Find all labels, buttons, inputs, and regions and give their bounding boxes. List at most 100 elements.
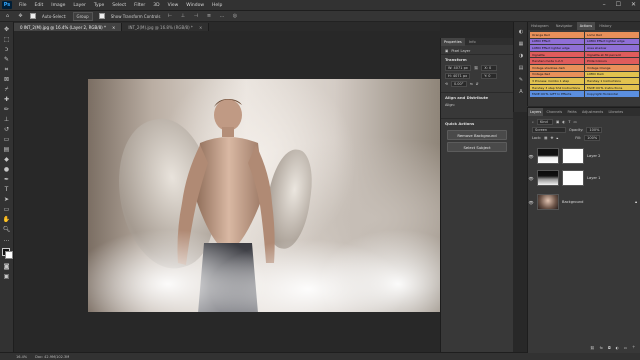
menu-file[interactable]: File: [15, 3, 31, 8]
history-brush-tool-icon[interactable]: ↺: [2, 125, 11, 134]
tab-navigator[interactable]: Navigator: [553, 22, 576, 30]
color-panel-icon[interactable]: ◐: [517, 28, 525, 36]
action-button[interactable]: LOMO Dark: [585, 71, 639, 78]
action-button[interactable]: LOMO Effect lighter edge: [585, 38, 639, 45]
action-button[interactable]: Vignette at 30 percent: [585, 51, 639, 58]
crop-tool-icon[interactable]: ⌗: [2, 65, 11, 74]
background-color-swatch[interactable]: [5, 251, 13, 259]
tab-channels[interactable]: Channels: [545, 108, 565, 116]
action-button[interactable]: FADE OUTL GIFT In Effects: [530, 91, 584, 97]
libraries-panel-icon[interactable]: ▤: [517, 64, 525, 72]
3d-mode-icon[interactable]: ◎: [231, 13, 238, 20]
rectangle-tool-icon[interactable]: ▭: [2, 205, 11, 214]
action-button[interactable]: FADE OUTL Instructions: [585, 84, 639, 91]
select-subject-button[interactable]: Select Subject: [447, 142, 507, 152]
eraser-tool-icon[interactable]: ▭: [2, 135, 11, 144]
fx-icon[interactable]: fx: [600, 346, 603, 350]
link-icon[interactable]: ⛓: [474, 66, 478, 70]
close-icon[interactable]: ✕: [631, 1, 636, 8]
align-center-icon[interactable]: ⊥: [179, 13, 186, 20]
lock-all-icon[interactable]: 🔒︎: [556, 136, 558, 140]
opacity-field[interactable]: 100%: [586, 127, 603, 133]
layer-row-layer-1[interactable]: 👁︎ Layer 1: [528, 170, 640, 186]
layer-name[interactable]: Layer 2: [587, 154, 600, 158]
menu-image[interactable]: Image: [47, 3, 69, 8]
action-button[interactable]: Area shadow: [585, 45, 639, 51]
menu-type[interactable]: Type: [90, 3, 108, 8]
link-layers-icon[interactable]: ⛓: [590, 346, 594, 350]
action-button[interactable]: 3 Process: Combo 1 step: [530, 78, 584, 84]
swatches-panel-icon[interactable]: ▦: [517, 40, 525, 48]
x-field[interactable]: X: 0: [481, 65, 498, 71]
layer-name[interactable]: Layer 1: [587, 176, 600, 180]
tab-history[interactable]: History: [596, 22, 614, 30]
action-button[interactable]: Vignette: [530, 51, 584, 58]
move-tool-icon[interactable]: ✥: [17, 13, 24, 20]
action-button[interactable]: Copyright Horizontal: [585, 91, 639, 97]
filter-type-icon[interactable]: T: [568, 120, 570, 124]
menu-help[interactable]: Help: [208, 3, 226, 8]
y-field[interactable]: Y: 0: [481, 73, 498, 79]
maximize-icon[interactable]: ☐: [616, 1, 621, 8]
angle-field[interactable]: 0.00°: [450, 81, 467, 87]
blur-tool-icon[interactable]: ◆: [2, 155, 11, 164]
transform-header[interactable]: Transform: [441, 54, 513, 64]
tab-info[interactable]: Info: [466, 38, 479, 46]
menu-filter[interactable]: Filter: [130, 3, 149, 8]
layer-mask-thumbnail[interactable]: [562, 148, 584, 164]
lasso-tool-icon[interactable]: ↄ: [2, 45, 11, 54]
document-canvas-image[interactable]: [88, 79, 440, 312]
menu-layer[interactable]: Layer: [69, 3, 90, 8]
eyedropper-tool-icon[interactable]: ⌿: [2, 85, 11, 94]
distribute-icon[interactable]: ≡: [205, 13, 212, 20]
zoom-level[interactable]: 16.4%: [16, 355, 27, 359]
action-button[interactable]: Pride Colours: [585, 58, 639, 64]
align-left-icon[interactable]: ⊢: [166, 13, 173, 20]
tab-adjustments[interactable]: Adjustments: [580, 108, 605, 116]
add-mask-icon[interactable]: ◘: [608, 346, 611, 350]
action-button[interactable]: Vintage shadows dark: [530, 64, 584, 71]
action-button[interactable]: LOMO Effect lighter edge: [530, 45, 584, 51]
tab-paths[interactable]: Paths: [565, 108, 578, 116]
layer-row-layer-2[interactable]: 👁︎ Layer 2: [528, 148, 640, 164]
menu-3d[interactable]: 3D: [149, 3, 163, 8]
gradient-tool-icon[interactable]: ▤: [2, 145, 11, 154]
layer-mask-thumbnail[interactable]: [562, 170, 584, 186]
visibility-eye-icon[interactable]: 👁︎: [528, 200, 534, 205]
frame-tool-icon[interactable]: ⊠: [2, 75, 11, 84]
action-button[interactable]: Orange Red: [530, 32, 584, 38]
filter-adjust-icon[interactable]: ◐: [562, 120, 565, 124]
tab-libraries[interactable]: Libraries: [607, 108, 626, 116]
type-tool-icon[interactable]: T: [2, 185, 11, 194]
screen-mode-icon[interactable]: ▣: [2, 272, 11, 281]
pen-tool-icon[interactable]: ✒: [2, 175, 11, 184]
quick-mask-icon[interactable]: ◙: [2, 262, 11, 271]
filter-pixel-icon[interactable]: ▣: [556, 120, 559, 124]
menu-window[interactable]: Window: [182, 3, 208, 8]
adjustment-layer-icon[interactable]: ◐: [616, 346, 619, 350]
kind-filter-dropdown[interactable]: Kind: [536, 119, 553, 125]
tab-properties[interactable]: Properties: [441, 38, 465, 46]
home-icon[interactable]: ⌂: [4, 13, 11, 20]
blend-mode-dropdown[interactable]: Screen: [532, 127, 566, 133]
hand-tool-icon[interactable]: ✋: [2, 215, 11, 224]
adjustments-panel-icon[interactable]: ◑: [517, 52, 525, 60]
auto-select-checkbox[interactable]: [30, 13, 36, 19]
filter-shape-icon[interactable]: ▭: [573, 120, 576, 124]
layer-row-background[interactable]: 👁︎ Background 🔒︎: [528, 194, 640, 210]
tab-close-icon[interactable]: ×: [112, 25, 115, 30]
tab-document-1[interactable]: 0 INT_2(M).jpg @ 16.4% (Layer 2, RGB/8) …: [14, 23, 123, 31]
menu-edit[interactable]: Edit: [31, 3, 48, 8]
action-button[interactable]: Harshey 1 Instructions: [585, 78, 639, 84]
new-layer-icon[interactable]: ＋: [632, 345, 636, 350]
more-tools-icon[interactable]: …: [2, 235, 11, 244]
minimize-icon[interactable]: –: [603, 1, 606, 8]
height-field[interactable]: H: 4071 px: [445, 73, 471, 79]
more-options-icon[interactable]: …: [218, 13, 225, 20]
menu-select[interactable]: Select: [108, 3, 130, 8]
zoom-tool-icon[interactable]: 🔍︎: [2, 225, 11, 234]
flip-v-icon[interactable]: ⇵: [476, 82, 479, 86]
flip-h-icon[interactable]: ⇋: [470, 82, 473, 86]
tab-histogram[interactable]: Histogram: [528, 22, 552, 30]
quick-select-tool-icon[interactable]: ✎: [2, 55, 11, 64]
